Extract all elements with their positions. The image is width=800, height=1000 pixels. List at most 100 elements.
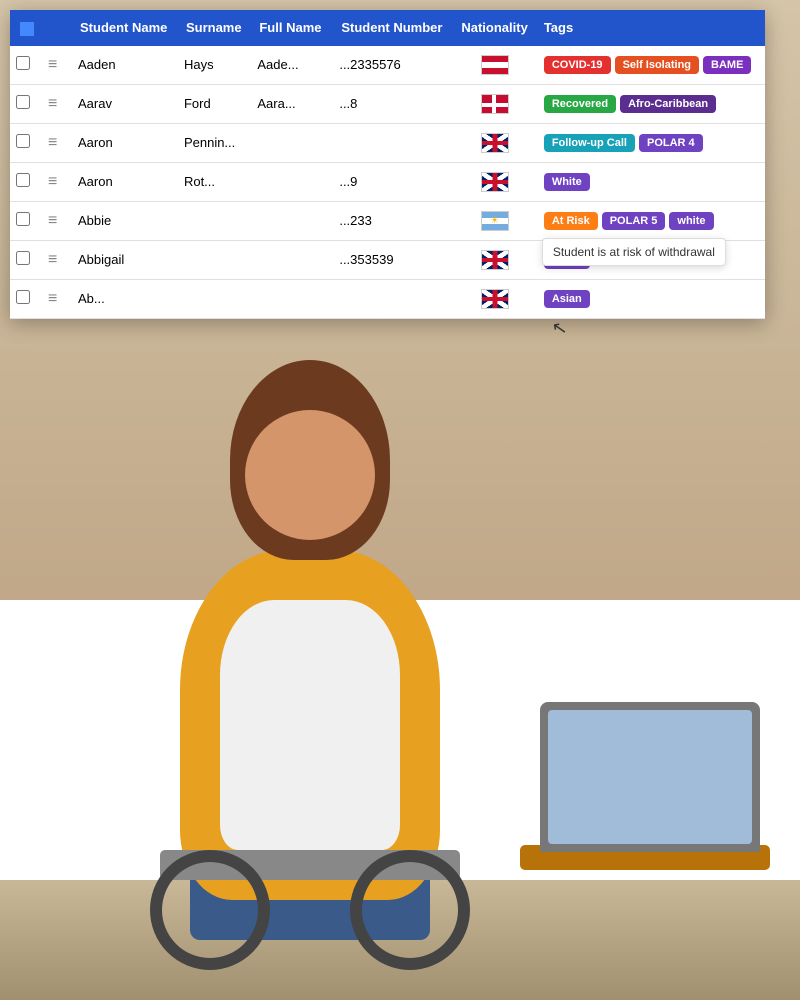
- badge-asian[interactable]: Asian: [544, 290, 590, 308]
- student-surname: Pennin...: [178, 123, 251, 162]
- badge-white[interactable]: White: [544, 173, 590, 191]
- hamburger-icon[interactable]: ≡: [48, 251, 57, 268]
- header-menu-cell: [42, 10, 72, 46]
- table-row: ≡ Abbie ...233 At RiskStudent is at risk of…: [10, 201, 765, 240]
- wheelchair-wheel-left: [150, 850, 270, 970]
- student-surname: [178, 240, 251, 279]
- student-full-name: [251, 240, 333, 279]
- header-surname: Surname: [178, 10, 251, 46]
- student-nationality: [453, 240, 535, 279]
- header-student-number: Student Number: [333, 10, 453, 46]
- flag-denmark: [481, 94, 509, 114]
- student-tags: COVID-19Self IsolatingBAME: [536, 46, 765, 85]
- person-shirt: [220, 600, 400, 850]
- student-full-name: Aara...: [251, 84, 333, 123]
- at-risk-tooltip-container: At RiskStudent is at risk of withdrawal: [542, 210, 600, 232]
- hamburger-icon[interactable]: ≡: [48, 134, 57, 151]
- row-checkbox-5[interactable]: [16, 212, 30, 226]
- row-menu-button[interactable]: ≡: [42, 123, 72, 162]
- row-menu-button[interactable]: ≡: [42, 46, 72, 85]
- row-menu-button[interactable]: ≡: [42, 162, 72, 201]
- student-surname: [178, 279, 251, 318]
- student-table: Student Name Surname Full Name Student N…: [10, 10, 765, 319]
- badge-white[interactable]: white: [669, 212, 713, 230]
- student-number: [333, 123, 453, 162]
- hamburger-icon[interactable]: ≡: [48, 173, 57, 190]
- badge-at-risk[interactable]: At Risk: [544, 212, 598, 230]
- student-number: ...2335576: [333, 46, 453, 85]
- laptop-lid: [540, 702, 760, 852]
- student-number: ...8: [333, 84, 453, 123]
- student-first-name: Ab...: [72, 279, 178, 318]
- row-checkbox-cell[interactable]: [10, 46, 42, 85]
- row-checkbox-7[interactable]: [16, 290, 30, 304]
- table-body: ≡AadenHaysAade......2335576COVID-19Self …: [10, 46, 765, 319]
- row-checkbox-cell[interactable]: [10, 279, 42, 318]
- flag-uk: [481, 289, 509, 309]
- row-menu-button[interactable]: ≡: [42, 279, 72, 318]
- student-nationality: [453, 162, 535, 201]
- laptop-screen: [548, 710, 752, 844]
- select-all-indicator: [20, 22, 34, 36]
- table-row: ≡AaravFordAara......8RecoveredAfro-Carib…: [10, 84, 765, 123]
- at-risk-tooltip: Student is at risk of withdrawal: [542, 238, 726, 266]
- student-first-name: Aarav: [72, 84, 178, 123]
- student-first-name: Abbie: [72, 201, 178, 240]
- student-surname: [178, 201, 251, 240]
- student-surname: Rot...: [178, 162, 251, 201]
- row-checkbox-4[interactable]: [16, 173, 30, 187]
- row-checkbox-cell[interactable]: [10, 201, 42, 240]
- badge-covid-19[interactable]: COVID-19: [544, 56, 611, 74]
- header-full-name: Full Name: [251, 10, 333, 46]
- table-header: Student Name Surname Full Name Student N…: [10, 10, 765, 46]
- badge-afro-caribbean[interactable]: Afro-Caribbean: [620, 95, 716, 113]
- hamburger-icon[interactable]: ≡: [48, 290, 57, 307]
- badge-polar-5[interactable]: POLAR 5: [602, 212, 666, 230]
- row-checkbox-6[interactable]: [16, 251, 30, 265]
- row-menu-button[interactable]: ≡: [42, 240, 72, 279]
- table-header-row: Student Name Surname Full Name Student N…: [10, 10, 765, 46]
- student-first-name: Aaron: [72, 162, 178, 201]
- student-full-name: Aade...: [251, 46, 333, 85]
- badge-bame[interactable]: BAME: [703, 56, 751, 74]
- badge-recovered[interactable]: Recovered: [544, 95, 616, 113]
- row-checkbox-3[interactable]: [16, 134, 30, 148]
- student-tags: RecoveredAfro-Caribbean: [536, 84, 765, 123]
- badge-polar-4[interactable]: POLAR 4: [639, 134, 703, 152]
- badge-self-isolating[interactable]: Self Isolating: [615, 56, 699, 74]
- student-number: ...353539: [333, 240, 453, 279]
- student-tags: Follow-up CallPOLAR 4: [536, 123, 765, 162]
- student-surname: Hays: [178, 46, 251, 85]
- badge-follow-up-call[interactable]: Follow-up Call: [544, 134, 635, 152]
- student-full-name: [251, 279, 333, 318]
- flag-uk: [481, 250, 509, 270]
- student-first-name: Aaron: [72, 123, 178, 162]
- row-checkbox-cell[interactable]: [10, 123, 42, 162]
- header-student-name: Student Name: [72, 10, 178, 46]
- flag-argentina: [481, 211, 509, 231]
- row-checkbox-cell[interactable]: [10, 84, 42, 123]
- hamburger-icon[interactable]: ≡: [48, 95, 57, 112]
- table-row: ≡ AaronPennin... Follow-up CallPOLAR 4: [10, 123, 765, 162]
- flag-austria: [481, 55, 509, 75]
- row-checkbox-1[interactable]: [16, 56, 30, 70]
- row-menu-button[interactable]: ≡: [42, 201, 72, 240]
- row-menu-button[interactable]: ≡: [42, 84, 72, 123]
- student-first-name: Abbigail: [72, 240, 178, 279]
- row-checkbox-cell[interactable]: [10, 240, 42, 279]
- flag-uk: [481, 172, 509, 192]
- student-number: ...233: [333, 201, 453, 240]
- student-full-name: [251, 201, 333, 240]
- person-face: [245, 410, 375, 540]
- row-checkbox-cell[interactable]: [10, 162, 42, 201]
- student-nationality: [453, 201, 535, 240]
- header-checkbox-cell: [10, 10, 42, 46]
- student-full-name: [251, 123, 333, 162]
- flag-uk: [481, 133, 509, 153]
- row-checkbox-2[interactable]: [16, 95, 30, 109]
- hamburger-icon[interactable]: ≡: [48, 56, 57, 73]
- hamburger-icon[interactable]: ≡: [48, 212, 57, 229]
- student-table-container: Student Name Surname Full Name Student N…: [10, 10, 765, 319]
- student-tags: White: [536, 162, 765, 201]
- student-tags: Asian: [536, 279, 765, 318]
